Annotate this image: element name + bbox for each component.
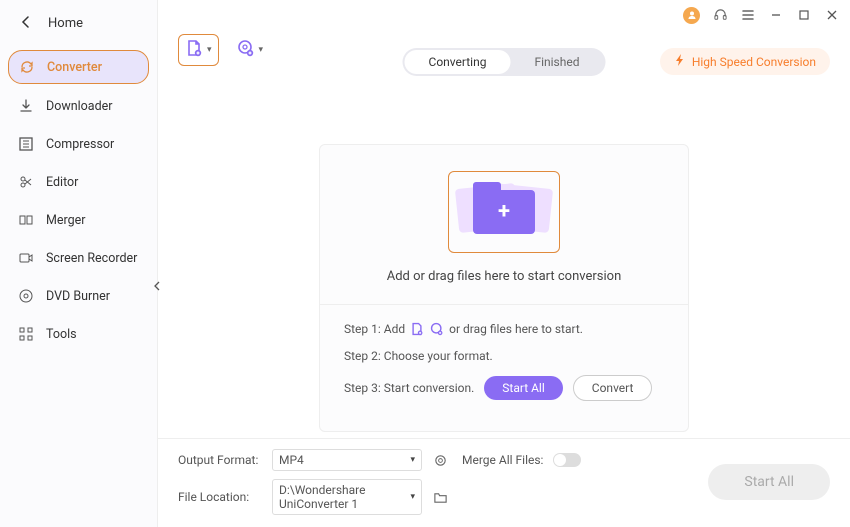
nav-label: Merger	[46, 213, 86, 228]
file-plus-icon	[409, 321, 425, 337]
sidebar: Home Converter Downloader Compressor Edi…	[0, 0, 158, 527]
add-files-drop-button[interactable]: +	[448, 171, 560, 253]
output-format-row: Output Format: MP4▾ Merge All Files:	[178, 449, 698, 471]
grid-icon	[18, 326, 34, 342]
nav-item-editor[interactable]: Editor	[8, 166, 149, 198]
bolt-icon	[674, 53, 686, 70]
speed-label: High Speed Conversion	[692, 55, 816, 69]
drop-text: Add or drag files here to start conversi…	[387, 269, 622, 284]
nav-item-tools[interactable]: Tools	[8, 318, 149, 350]
chevron-down-icon: ▾	[207, 45, 212, 55]
sidebar-header: Home	[0, 0, 157, 44]
file-location-select[interactable]: D:\Wondershare UniConverter 1▾	[272, 479, 422, 515]
menu-icon[interactable]	[740, 7, 756, 23]
titlebar	[158, 0, 850, 30]
start-all-button[interactable]: Start All	[484, 376, 563, 400]
chevron-down-icon: ▾	[410, 492, 415, 502]
maximize-icon[interactable]	[796, 7, 812, 23]
nav-label: Tools	[46, 327, 77, 342]
drop-card: + Add or drag files here to start conver…	[319, 144, 689, 432]
scissors-icon	[18, 174, 34, 190]
high-speed-button[interactable]: High Speed Conversion	[660, 48, 830, 75]
close-icon[interactable]	[824, 7, 840, 23]
output-format-select[interactable]: MP4▾	[272, 449, 422, 471]
file-plus-icon	[185, 39, 203, 61]
tab-finished[interactable]: Finished	[510, 50, 603, 74]
back-icon[interactable]	[18, 14, 34, 32]
compress-icon	[18, 136, 34, 152]
merge-label: Merge All Files:	[462, 453, 543, 467]
folder-plus-icon: +	[473, 190, 535, 234]
tab-converting[interactable]: Converting	[405, 50, 511, 74]
nav-item-compressor[interactable]: Compressor	[8, 128, 149, 160]
nav-label: Screen Recorder	[46, 251, 137, 266]
add-dvd-button[interactable]: ▾	[231, 35, 270, 65]
nav-label: Editor	[46, 175, 78, 190]
chevron-down-icon: ▾	[410, 455, 415, 465]
nav-item-downloader[interactable]: Downloader	[8, 90, 149, 122]
disc-icon	[18, 288, 34, 304]
nav-label: DVD Burner	[46, 289, 110, 304]
refresh-icon	[19, 59, 35, 75]
download-icon	[18, 98, 34, 114]
settings-gear-icon[interactable]	[432, 452, 448, 468]
start-all-main-button[interactable]: Start All	[708, 464, 830, 500]
headset-icon[interactable]	[712, 7, 728, 23]
avatar-icon[interactable]	[683, 7, 700, 24]
tab-switch: Converting Finished	[403, 48, 606, 76]
footer: Output Format: MP4▾ Merge All Files: Fil…	[158, 438, 850, 527]
record-icon	[18, 250, 34, 266]
nav-list: Converter Downloader Compressor Editor M…	[0, 44, 157, 350]
add-file-button[interactable]: ▾	[178, 34, 219, 66]
file-location-row: File Location: D:\Wondershare UniConvert…	[178, 479, 698, 515]
step-2: Step 2: Choose your format.	[344, 349, 664, 363]
open-folder-icon[interactable]	[432, 489, 448, 505]
file-location-label: File Location:	[178, 490, 262, 504]
drop-area: + Add or drag files here to start conver…	[320, 145, 688, 304]
steps: Step 1: Add or drag files here to start.…	[320, 304, 688, 431]
output-format-label: Output Format:	[178, 453, 262, 467]
convert-button[interactable]: Convert	[573, 375, 653, 401]
main: ▾ ▾ Converting Finished High Speed Conve…	[158, 0, 850, 527]
content: + Add or drag files here to start conver…	[158, 74, 850, 438]
nav-label: Converter	[47, 60, 102, 75]
merge-icon	[18, 212, 34, 228]
nav-item-dvd[interactable]: DVD Burner	[8, 280, 149, 312]
nav-item-recorder[interactable]: Screen Recorder	[8, 242, 149, 274]
nav-item-merger[interactable]: Merger	[8, 204, 149, 236]
step-1: Step 1: Add or drag files here to start.	[344, 321, 664, 337]
nav-label: Compressor	[46, 137, 114, 152]
home-title: Home	[48, 16, 83, 31]
disc-plus-icon	[429, 321, 445, 337]
minimize-icon[interactable]	[768, 7, 784, 23]
nav-item-converter[interactable]: Converter	[8, 50, 149, 84]
merge-toggle[interactable]	[553, 453, 581, 467]
chevron-down-icon: ▾	[259, 45, 264, 55]
nav-label: Downloader	[46, 99, 113, 114]
step-3: Step 3: Start conversion. Start All Conv…	[344, 375, 664, 401]
disc-plus-icon	[237, 39, 255, 61]
